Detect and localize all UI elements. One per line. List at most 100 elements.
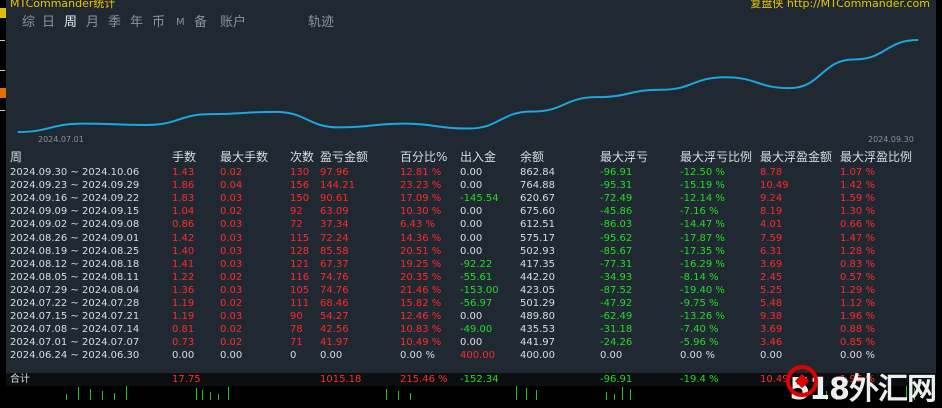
table-cell: 12.81 % bbox=[400, 167, 442, 178]
column-header[interactable]: 周 bbox=[10, 148, 22, 164]
column-header[interactable]: 余额 bbox=[520, 148, 544, 164]
table-row[interactable]: 2024.08.05 ~ 2024.08.11 1.22 0.02 116 74.76 2… bbox=[6, 271, 936, 284]
table-cell: 1.83 bbox=[172, 193, 195, 205]
column-header[interactable]: 最大浮亏 bbox=[600, 148, 648, 164]
table-cell: 0.00 bbox=[460, 311, 483, 323]
column-header[interactable]: 最大浮盈比例 bbox=[840, 148, 912, 164]
table-cell: 417.35 bbox=[520, 258, 555, 270]
table-row[interactable]: 2024.09.30 ~ 2024.10.06 1.43 0.02 130 97.96 1… bbox=[6, 166, 936, 179]
table-row[interactable]: 2024.07.22 ~ 2024.07.28 1.19 0.02 111 68.46 1… bbox=[6, 297, 936, 310]
table-cell: 63.09 bbox=[320, 206, 349, 218]
table-cell: 1.59 % bbox=[840, 193, 875, 205]
column-header[interactable]: 次数 bbox=[290, 148, 314, 164]
table-cell: 1.04 bbox=[172, 206, 195, 218]
column-header[interactable]: 手数 bbox=[172, 148, 196, 164]
tab-6[interactable]: 币 bbox=[152, 14, 165, 32]
indicator-bar bbox=[66, 394, 67, 400]
equity-point bbox=[145, 124, 148, 126]
total-cell: -96.91 bbox=[600, 374, 633, 385]
table-cell: 21.46 % bbox=[400, 284, 442, 296]
app-site-link[interactable]: 复盘侠 http://MTCommander.com bbox=[750, 0, 930, 11]
column-header[interactable]: 出入金 bbox=[460, 148, 496, 164]
tab-8[interactable]: 备 bbox=[194, 14, 207, 32]
total-cell: 215.46 % bbox=[400, 374, 448, 385]
table-cell: -85.67 bbox=[600, 245, 633, 257]
table-cell: 4.01 bbox=[760, 219, 783, 231]
tab-7[interactable]: M bbox=[176, 14, 185, 32]
table-row[interactable]: 2024.08.12 ~ 2024.08.18 1.41 0.03 121 67.37 1… bbox=[6, 258, 936, 271]
table-cell: 72.24 bbox=[320, 232, 349, 244]
indicator-bar bbox=[606, 392, 607, 400]
table-cell: 575.17 bbox=[520, 232, 555, 244]
column-header[interactable]: 最大手数 bbox=[220, 148, 268, 164]
table-cell: -77.31 bbox=[600, 258, 633, 270]
tab-3[interactable]: 月 bbox=[86, 14, 99, 32]
table-row[interactable]: 2024.09.16 ~ 2024.09.22 1.83 0.03 150 90.61 1… bbox=[6, 192, 936, 205]
table-cell: -86.03 bbox=[600, 219, 633, 231]
equity-point bbox=[338, 126, 341, 129]
table-cell: 442.20 bbox=[520, 271, 555, 283]
equity-point bbox=[17, 131, 19, 133]
table-row[interactable]: 2024.08.26 ~ 2024.09.01 1.42 0.03 115 72.24 1… bbox=[6, 232, 936, 245]
table-cell: 2024.08.12 ~ 2024.08.18 bbox=[10, 258, 140, 270]
column-header[interactable]: 最大浮亏比例 bbox=[680, 148, 752, 164]
table-cell: 2024.09.09 ~ 2024.09.15 bbox=[10, 206, 140, 218]
table-cell: 23.23 % bbox=[400, 180, 442, 192]
table-cell: -24.26 bbox=[600, 337, 633, 349]
table-cell: 2024.07.08 ~ 2024.07.14 bbox=[10, 324, 140, 336]
table-row[interactable]: 2024.08.19 ~ 2024.08.25 1.40 0.03 128 85.58 2… bbox=[6, 245, 936, 258]
tab-10[interactable]: 轨迹 bbox=[308, 14, 334, 32]
tab-1[interactable]: 日 bbox=[42, 14, 55, 32]
table-row[interactable]: 2024.09.23 ~ 2024.09.29 1.86 0.04 156 144.21… bbox=[6, 179, 936, 192]
table-cell: 0.00 bbox=[460, 219, 483, 231]
table-row[interactable]: 2024.07.15 ~ 2024.07.21 1.19 0.03 90 54.27 12… bbox=[6, 310, 936, 323]
watermark-logo-icon bbox=[786, 365, 819, 397]
table-cell: 489.80 bbox=[520, 311, 555, 323]
table-row[interactable]: 2024.07.08 ~ 2024.07.14 0.81 0.02 78 42.56 10… bbox=[6, 323, 936, 336]
table-cell: -153.00 bbox=[460, 284, 499, 296]
tab-4[interactable]: 季 bbox=[108, 14, 121, 32]
tab-2[interactable]: 周 bbox=[64, 14, 77, 32]
table-cell: 0.00 bbox=[600, 350, 623, 362]
table-row[interactable]: 2024.06.24 ~ 2024.06.30 0.00 0.00 0 0.00 0.00… bbox=[6, 349, 936, 362]
tab-0[interactable]: 综 bbox=[22, 14, 35, 32]
table-cell: 42.56 bbox=[320, 324, 349, 336]
indicator-bar bbox=[410, 393, 411, 400]
indicator-bar bbox=[102, 391, 103, 400]
table-cell: 1.29 % bbox=[840, 284, 875, 296]
table-cell: 1.43 bbox=[172, 167, 195, 178]
table-cell: -17.87 % bbox=[680, 232, 725, 244]
table-cell: 2.45 bbox=[760, 271, 783, 283]
axis-tick bbox=[0, 110, 5, 111]
indicator-bar bbox=[114, 393, 115, 400]
tab-5[interactable]: 年 bbox=[130, 14, 143, 32]
table-cell: 0.83 % bbox=[840, 258, 875, 270]
table-row[interactable]: 2024.07.29 ~ 2024.08.04 1.36 0.03 105 74.76 2… bbox=[6, 284, 936, 297]
table-cell: 0.02 bbox=[220, 337, 243, 349]
table-cell: 0.00 bbox=[460, 337, 483, 349]
x-start-label: 2024.07.01 bbox=[38, 135, 84, 144]
table-row[interactable]: 2024.09.09 ~ 2024.09.15 1.04 0.02 92 63.09 10… bbox=[6, 205, 936, 218]
table-cell: 0.00 % bbox=[400, 350, 435, 362]
table-row[interactable]: 2024.09.02 ~ 2024.09.08 0.86 0.03 72 37.34 6.… bbox=[6, 218, 936, 231]
column-header[interactable]: 百分比% bbox=[400, 148, 447, 164]
indicator-bar bbox=[196, 388, 197, 400]
table-cell: 5.25 bbox=[760, 284, 783, 296]
table-cell: 862.84 bbox=[520, 167, 555, 178]
indicator-bar bbox=[630, 389, 631, 400]
table-cell: 0.03 bbox=[220, 284, 243, 296]
tab-9[interactable]: 账户 bbox=[220, 14, 246, 32]
table-cell: -9.75 % bbox=[680, 298, 719, 309]
site-watermark: 518外汇网 bbox=[786, 364, 937, 408]
table-cell: 74.76 bbox=[320, 271, 349, 283]
column-header[interactable]: 最大浮盈金额 bbox=[760, 148, 832, 164]
table-row[interactable]: 2024.07.01 ~ 2024.07.07 0.73 0.02 71 41.97 10… bbox=[6, 336, 936, 349]
table-cell: 20.51 % bbox=[400, 245, 442, 257]
table-cell: 2024.08.26 ~ 2024.09.01 bbox=[10, 232, 140, 244]
table-cell: 1.19 bbox=[172, 311, 195, 323]
column-header[interactable]: 盈亏金额 bbox=[320, 148, 368, 164]
indicator-bar bbox=[526, 388, 527, 400]
table-cell: -31.18 bbox=[600, 324, 633, 336]
equity-point bbox=[660, 89, 662, 91]
table-cell: 0.85 % bbox=[840, 337, 875, 349]
